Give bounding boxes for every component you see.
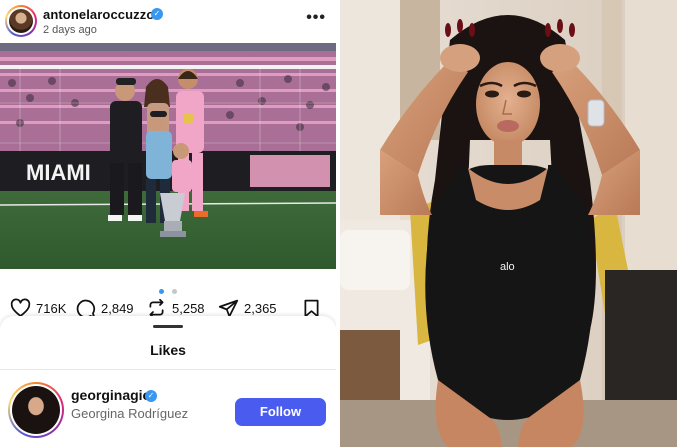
liker-full-name: Georgina Rodríguez <box>71 406 189 421</box>
likes-sheet-title: Likes <box>150 342 186 358</box>
shares-count: 2,365 <box>244 300 277 316</box>
verified-badge-icon: ✓ <box>151 8 163 20</box>
reposts-count: 5,258 <box>172 300 205 316</box>
poster-username[interactable]: antonelaroccuzzo <box>43 7 154 22</box>
likes-sheet: Likes georginagio ✓ Georgina Rodríguez F… <box>0 316 336 447</box>
likes-count: 716K <box>36 300 67 316</box>
poster-avatar[interactable] <box>5 5 37 37</box>
liker-row[interactable]: georginagio ✓ Georgina Rodríguez Follow <box>0 378 336 438</box>
svg-text:MIAMI: MIAMI <box>26 160 91 185</box>
post-timestamp: 2 days ago <box>43 24 97 36</box>
family-trophy-photo-icon: MIAMI <box>0 43 336 269</box>
alo-logo-text: alo <box>500 261 515 273</box>
comments-count: 2,849 <box>101 300 134 316</box>
sheet-drag-handle[interactable] <box>153 325 183 328</box>
portrait-photo: alo <box>340 0 677 447</box>
follow-button[interactable]: Follow <box>235 398 326 426</box>
liker-avatar[interactable] <box>8 382 64 438</box>
liker-verified-icon: ✓ <box>145 390 157 402</box>
post-photo[interactable]: MIAMI <box>0 43 336 269</box>
post-header: antonelaroccuzzo ✓ 2 days ago ••• <box>0 0 336 42</box>
liker-username[interactable]: georginagio <box>71 387 151 403</box>
more-options-icon[interactable]: ••• <box>306 9 326 27</box>
portrait-photo-icon: alo <box>340 0 677 447</box>
instagram-post-panel: antonelaroccuzzo ✓ 2 days ago ••• MIAMI … <box>0 0 336 447</box>
likes-divider <box>0 369 336 370</box>
